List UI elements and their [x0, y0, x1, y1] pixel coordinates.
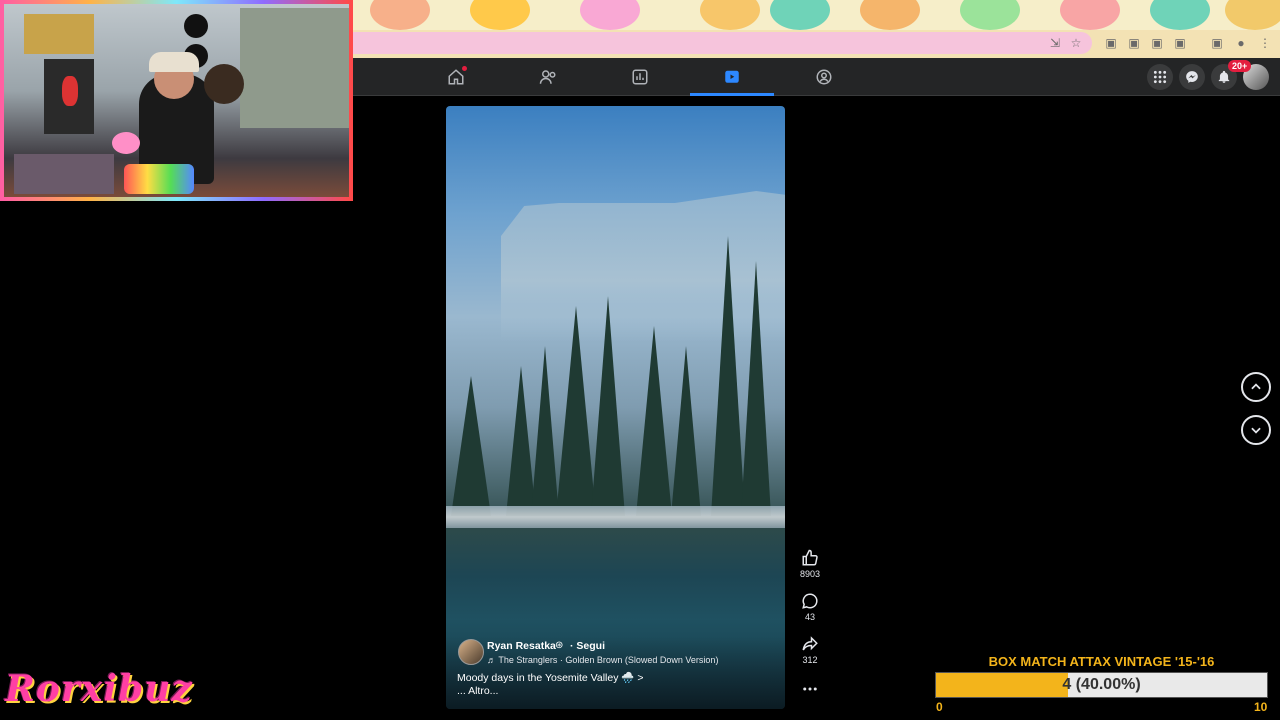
goal-max: 10 [1254, 700, 1268, 714]
profile-icon[interactable]: ● [1234, 36, 1248, 50]
dashboard-icon [632, 69, 648, 85]
thumbs-up-icon [802, 549, 818, 566]
see-more-link[interactable]: ... Altro... [457, 685, 498, 697]
tab-groups[interactable] [782, 58, 866, 96]
pine-tree [506, 366, 536, 516]
bookmark-star-icon[interactable]: ☆ [1069, 36, 1083, 50]
new-dot [462, 66, 467, 71]
extension-icon[interactable]: ▣ [1127, 36, 1141, 50]
next-reel-button[interactable] [1241, 415, 1271, 445]
install-icon[interactable]: ⇲ [1048, 36, 1062, 50]
chevron-down-icon [1251, 427, 1261, 434]
author-name[interactable]: Ryan Resatka [487, 640, 556, 652]
streamer-webcam [0, 0, 353, 201]
goal-current: 4 [1062, 676, 1072, 693]
tab-home[interactable] [414, 58, 498, 96]
goal-progress-bar: 4 (40.00%) [935, 672, 1268, 698]
tab-video[interactable] [690, 58, 774, 96]
chevron-up-icon [1251, 383, 1261, 390]
goal-min: 0 [936, 700, 943, 714]
comment-button[interactable]: 43 [795, 592, 825, 622]
notification-badge: 20+ [1228, 60, 1252, 72]
more-icon [803, 687, 817, 691]
like-count: 8903 [799, 569, 821, 579]
previous-reel-button[interactable] [1241, 372, 1271, 402]
streamer-cap [149, 52, 199, 72]
friends-icon [539, 70, 556, 84]
curtain [240, 8, 349, 128]
desk-items [14, 154, 114, 194]
extension-icon[interactable]: ▣ [1210, 36, 1224, 50]
reel-video[interactable] [446, 106, 785, 709]
pine-tree [671, 346, 701, 516]
extension-icon[interactable]: ▣ [1104, 36, 1118, 50]
snowy-riverbank [446, 506, 785, 528]
author-avatar[interactable] [458, 639, 484, 665]
reel-caption: Moody days in the Yosemite Valley 🌧️ > [457, 672, 644, 684]
verified-icon: ⊛ [555, 640, 564, 651]
comment-icon [802, 593, 818, 609]
extension-icon[interactable]: ▣ [1150, 36, 1164, 50]
address-bar[interactable] [300, 32, 1092, 54]
menu-icon[interactable]: ⋮ [1258, 36, 1272, 50]
video-icon [725, 70, 739, 83]
music-track[interactable]: ♬ The Stranglers · Golden Brown (Slowed … [487, 655, 718, 665]
bell-icon [1218, 70, 1230, 83]
follow-button[interactable]: · Segui [570, 640, 605, 652]
grid-menu-icon [1153, 70, 1167, 84]
wall-frame [24, 14, 94, 54]
comment-count: 43 [804, 612, 815, 622]
mountain-cliff [501, 191, 785, 341]
tab-dashboard[interactable] [598, 58, 682, 96]
plush-toy [204, 64, 244, 104]
like-button[interactable]: 8903 [795, 549, 825, 579]
tab-friends[interactable] [506, 58, 590, 96]
pine-tree [636, 326, 672, 516]
pine-tree [531, 346, 559, 516]
share-button[interactable]: 312 [795, 635, 825, 665]
poster-figure [62, 76, 78, 106]
colorful-outfit [124, 164, 194, 194]
messenger-button[interactable] [1179, 64, 1205, 90]
messenger-icon [1186, 71, 1198, 83]
microphone-cover [112, 132, 140, 154]
share-icon [802, 636, 818, 651]
share-count: 312 [802, 655, 818, 665]
vinyl-record [184, 14, 208, 38]
pine-tree [451, 376, 491, 516]
more-options-button[interactable] [795, 680, 825, 698]
goal-percent: (40.00%) [1075, 676, 1141, 693]
streamer-brand-logo: Rorxibuz [5, 668, 193, 710]
goal-title: BOX MATCH ATTAX VINTAGE '15-'16 [988, 654, 1215, 669]
groups-icon [816, 69, 832, 85]
extension-icon[interactable]: ▣ [1173, 36, 1187, 50]
menu-button[interactable] [1147, 64, 1173, 90]
goal-progress-label: 4 (40.00%) [936, 673, 1267, 697]
